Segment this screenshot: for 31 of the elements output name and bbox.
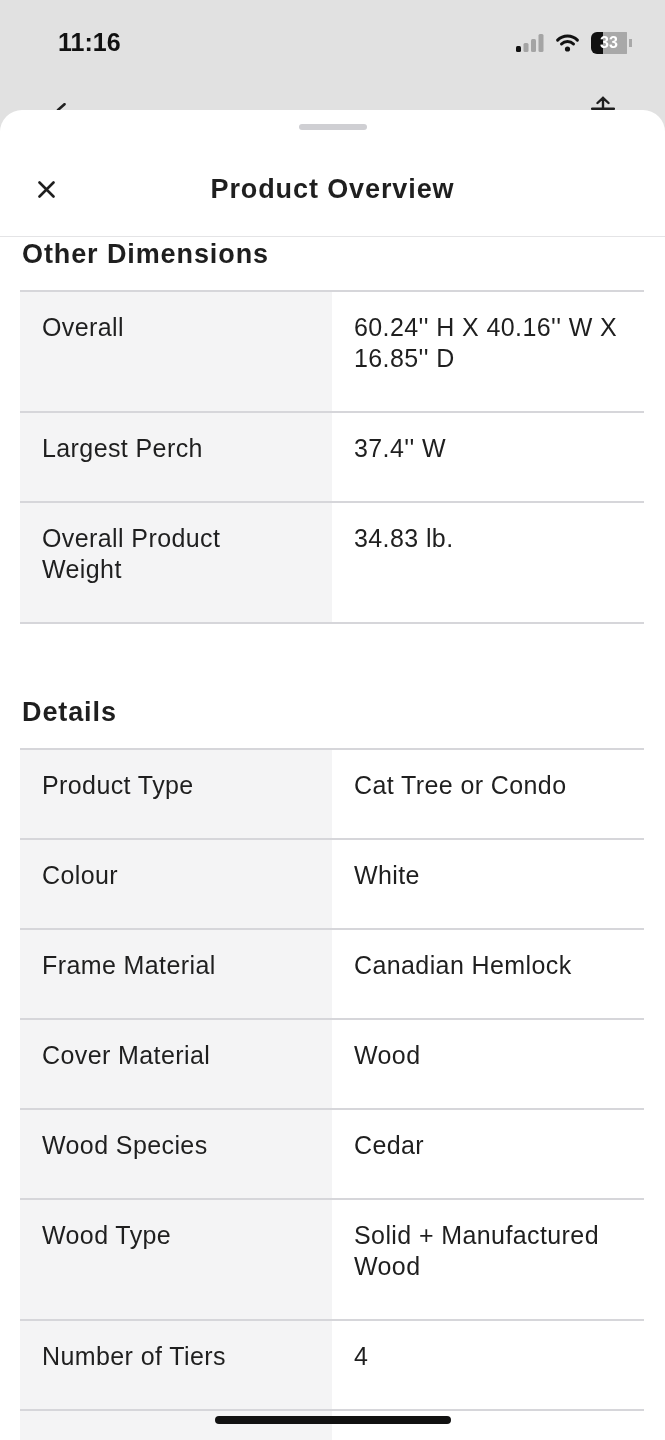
spec-value-cell-text: 34.83 lb. [353, 523, 455, 554]
wifi-icon [555, 33, 580, 52]
spec-label-cell: Wood Species [20, 1110, 332, 1198]
spec-value-cell-text: White [353, 860, 421, 891]
signal-icon [516, 33, 544, 52]
spec-label-cell: Overall Product Weight [20, 503, 332, 622]
section-heading: Other Dimensions [22, 238, 270, 271]
spec-value-cell-text: Wood [353, 1040, 422, 1071]
spec-label-cell: Product Type [20, 750, 332, 838]
spec-value-cell-text: 60.24'' H X 40.16'' W X 16.85'' D [353, 312, 619, 374]
section-heading: Details [22, 696, 118, 729]
spec-label-cell: Colour [20, 840, 332, 928]
close-button[interactable] [38, 180, 55, 198]
spec-label-cell: Frame Material [20, 930, 332, 1018]
drag-handle[interactable] [298, 124, 367, 130]
sheet-title: Product Overview [210, 173, 455, 206]
spec-value-cell-text: Cat Tree or Condo [353, 770, 568, 801]
spec-value-cell-text: Cedar [353, 1130, 426, 1161]
spec-value-cell-text: Canadian Hemlock [353, 950, 573, 981]
spec-label-cell: Wood Type [20, 1200, 332, 1319]
close-icon [38, 180, 55, 198]
spec-label-cell: Number of Tiers [20, 1321, 332, 1409]
spec-value-cell-text: 37.4'' W [353, 433, 447, 464]
spec-label-cell: Cover Material [20, 1020, 332, 1108]
status-time: 11:16 [58, 28, 121, 57]
spec-value-cell-text: 4 [353, 1341, 370, 1372]
chevron-icon[interactable] [55, 103, 66, 110]
spec-label-cell: Overall [20, 292, 332, 411]
spec-value-cell-text: Solid + Manufactured Wood [353, 1220, 600, 1282]
upload-arrow-icon[interactable] [591, 96, 615, 110]
spec-label-cell: Largest Perch [20, 413, 332, 501]
